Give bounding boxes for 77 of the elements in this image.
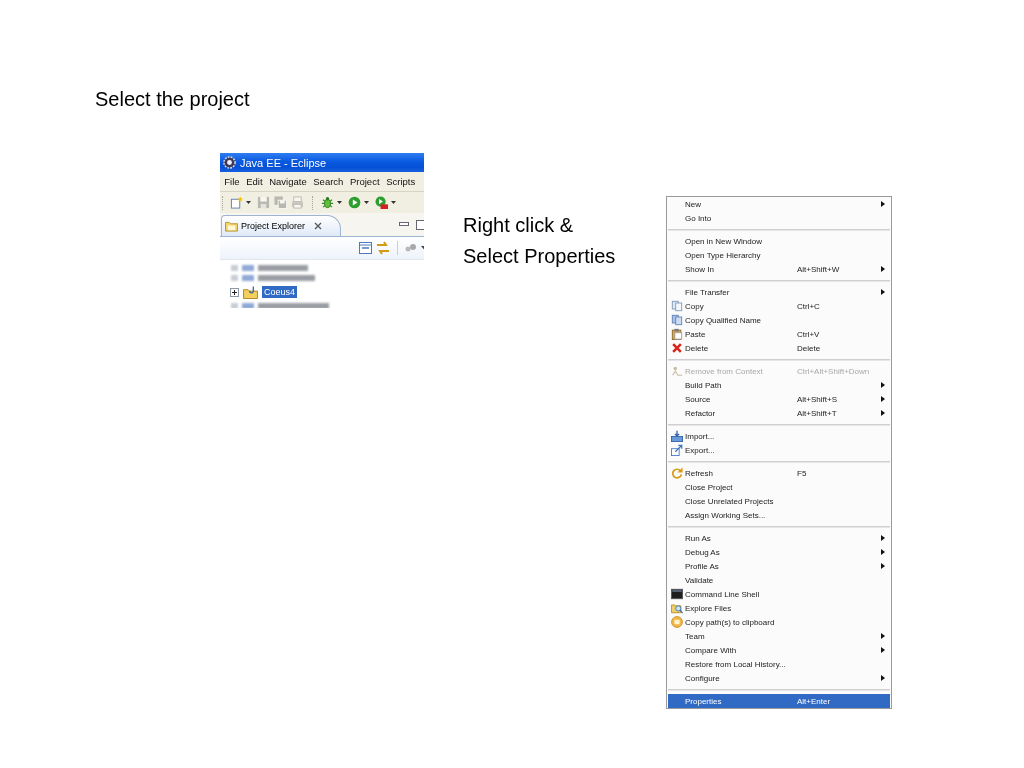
menu-item[interactable]: Restore from Local History... — [668, 657, 890, 671]
menu-item[interactable]: Open in New Window — [668, 234, 890, 248]
cross-icon — [671, 342, 683, 354]
minimize-icon[interactable] — [399, 221, 409, 228]
menu-bar-item[interactable]: Search — [309, 176, 347, 187]
menu-item[interactable]: Debug As — [668, 545, 890, 559]
menu-item[interactable]: New — [668, 197, 890, 211]
box-arrow-icon — [671, 444, 683, 456]
play-toolbox-icon[interactable] — [375, 196, 388, 209]
shortcut-text: Alt+Shift+T — [797, 408, 837, 418]
folder-search-icon — [671, 602, 683, 614]
view-tab[interactable]: Project Explorer — [221, 215, 342, 236]
menu-item[interactable]: Profile As — [668, 559, 890, 573]
menu-item[interactable]: Delete Delete — [668, 341, 890, 355]
refresh-icon — [671, 467, 683, 479]
window-title: Java EE - Eclipse — [240, 156, 327, 169]
menu-bar-item[interactable]: Project — [346, 176, 383, 187]
menu-item[interactable]: Compare With — [668, 643, 890, 657]
slide-title: Select the project — [94, 87, 251, 112]
menu-item[interactable]: Validate — [668, 573, 890, 587]
menu-bar-item[interactable]: Navigate — [265, 176, 310, 187]
shortcut-text: Ctrl+Alt+Shift+Down — [797, 366, 870, 376]
clipboard-icon — [671, 328, 683, 340]
shortcut-text: Alt+Shift+W — [797, 264, 840, 274]
menu-bar-item[interactable]: File — [221, 176, 243, 187]
copy-icon — [671, 300, 683, 312]
shortcut-text: Ctrl+V — [797, 329, 820, 339]
menu-item[interactable]: Explore Files — [668, 601, 890, 615]
gear-icon — [223, 156, 236, 169]
menu-item[interactable]: Source Alt+Shift+S — [668, 392, 890, 406]
menu-item[interactable]: Configure — [668, 671, 890, 685]
menu-item[interactable]: Team — [668, 629, 890, 643]
disc-icon — [671, 616, 683, 628]
tree-item[interactable]: Coeus4 — [262, 286, 298, 298]
shortcut-text: Alt+Enter — [797, 696, 831, 706]
instruction-text: Right click & Select Properties — [463, 213, 617, 269]
caret-icon[interactable] — [246, 201, 251, 204]
menu-item[interactable]: File Transfer — [668, 285, 890, 299]
menu-item[interactable]: Command Line Shell — [668, 587, 890, 601]
caret-icon[interactable] — [337, 201, 342, 204]
menu-item[interactable]: Copy Ctrl+C — [668, 299, 890, 313]
expand-icon[interactable] — [230, 287, 239, 297]
menu-item[interactable]: Copy path(s) to clipboard — [668, 615, 890, 629]
menu-item[interactable]: Copy Qualified Name — [668, 313, 890, 327]
close-icon[interactable] — [314, 222, 323, 230]
menu-item[interactable]: Close Unrelated Projects — [668, 494, 890, 508]
menu-item[interactable]: Run As — [668, 531, 890, 545]
tray-arrow-icon — [671, 430, 683, 442]
menu-item[interactable]: Export... — [668, 443, 890, 457]
menu-item[interactable]: Paste Ctrl+V — [668, 327, 890, 341]
stacked-pages-icon — [671, 314, 683, 326]
dots-icon[interactable] — [405, 243, 417, 253]
collapse-all-icon[interactable] — [359, 242, 372, 254]
maximize-icon[interactable] — [416, 219, 424, 230]
bug-icon[interactable] — [321, 196, 334, 209]
terminal-icon — [671, 588, 683, 600]
folder-icon — [225, 220, 238, 232]
caret-icon[interactable] — [391, 201, 396, 204]
menu-item[interactable]: Import... — [668, 429, 890, 443]
shortcut-text: Ctrl+C — [797, 301, 820, 311]
menu-item[interactable]: Refactor Alt+Shift+T — [668, 406, 890, 420]
menu-bar-item[interactable]: Edit — [242, 176, 266, 187]
menu-bar-item[interactable]: Scripts — [382, 176, 419, 187]
menu-item[interactable]: Assign Working Sets... — [668, 508, 890, 522]
menu-item[interactable]: Refresh F5 — [668, 466, 890, 480]
menu-item[interactable]: Go Into — [668, 211, 890, 225]
faded-figure-icon — [671, 365, 683, 377]
shortcut-text: F5 — [797, 468, 807, 478]
shortcut-text: Delete — [797, 343, 821, 353]
menu-item[interactable]: Properties Alt+Enter — [668, 694, 890, 708]
shortcut-text: Alt+Shift+S — [797, 394, 838, 404]
menu-item[interactable]: Open Type Hierarchy — [668, 248, 890, 262]
menu-item[interactable]: Show In Alt+Shift+W — [668, 262, 890, 276]
menu-item[interactable]: Build Path — [668, 378, 890, 392]
project-folder-icon — [243, 285, 258, 299]
caret-icon[interactable] — [364, 201, 369, 204]
menu-item[interactable]: Close Project — [668, 480, 890, 494]
